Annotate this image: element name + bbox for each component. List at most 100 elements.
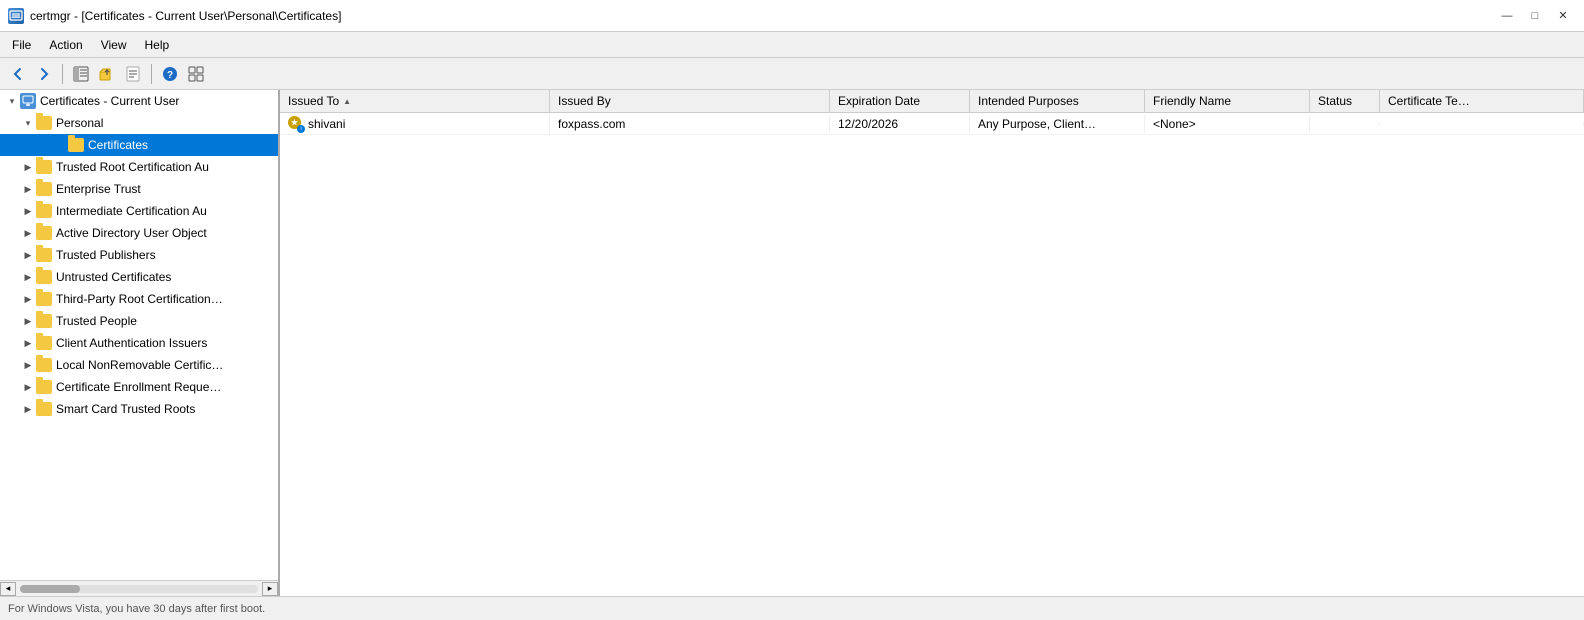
col-friendly-label: Friendly Name [1153,94,1231,108]
col-cert-te-label: Certificate Te… [1388,94,1470,108]
cell-expiration-value: 12/20/2026 [838,117,898,131]
title-bar-left: certmgr - [Certificates - Current User\P… [8,8,341,24]
tree-item-trusted-root[interactable]: ▶ Trusted Root Certification Au [0,156,278,178]
title-bar: certmgr - [Certificates - Current User\P… [0,0,1584,32]
scrollbar-right-button[interactable]: ▸ [262,582,278,596]
tree-item-trusted-people[interactable]: ▶ Trusted People [0,310,278,332]
menu-view[interactable]: View [93,36,135,54]
up-one-level-button[interactable] [95,62,119,86]
toolbar-sep-2 [151,64,152,84]
export-list-button[interactable] [121,62,145,86]
computer-icon [20,93,36,109]
active-directory-expand-icon[interactable]: ▶ [20,225,36,241]
tree-item-untrusted[interactable]: ▶ Untrusted Certificates [0,266,278,288]
col-header-issued-by[interactable]: Issued By [550,90,830,112]
personal-expand-icon[interactable]: ▾ [20,115,36,131]
cert-enrollment-expand-icon[interactable]: ▶ [20,379,36,395]
forward-button[interactable] [32,62,56,86]
trusted-root-folder-icon [36,160,52,174]
col-header-friendly[interactable]: Friendly Name [1145,90,1310,112]
table-row[interactable]: ★ i shivani foxpass.com 12/20/2026 Any P… [280,113,1584,135]
tree-item-client-auth[interactable]: ▶ Client Authentication Issuers [0,332,278,354]
col-status-label: Status [1318,94,1352,108]
local-nonremovable-expand-icon[interactable]: ▶ [20,357,36,373]
tree-item-cert-enrollment-label: Certificate Enrollment Reque… [56,380,221,394]
intermediate-folder-icon [36,204,52,218]
minimize-button[interactable]: — [1494,5,1520,27]
tree-item-enterprise-trust[interactable]: ▶ Enterprise Trust [0,178,278,200]
third-party-folder-icon [36,292,52,306]
cell-friendly: <None> [1145,115,1310,133]
trusted-publishers-expand-icon[interactable]: ▶ [20,247,36,263]
scrollbar-track[interactable] [20,585,258,593]
cert-enrollment-folder-icon [36,380,52,394]
col-expiration-label: Expiration Date [838,94,920,108]
col-header-issued-to[interactable]: Issued To ▲ [280,90,550,112]
client-auth-expand-icon[interactable]: ▶ [20,335,36,351]
col-issued-to-label: Issued To [288,94,339,108]
tree-item-active-directory[interactable]: ▶ Active Directory User Object [0,222,278,244]
tree-item-intermediate[interactable]: ▶ Intermediate Certification Au [0,200,278,222]
tree-scroll-area[interactable]: ▾ Certificates - Current User ▾ Personal… [0,90,278,580]
enterprise-folder-icon [36,182,52,196]
sort-arrow-icon: ▲ [343,97,351,106]
tree-item-personal-label: Personal [56,116,103,130]
tree-item-trusted-publishers[interactable]: ▶ Trusted Publishers [0,244,278,266]
tree-root[interactable]: ▾ Certificates - Current User [0,90,278,112]
tree-item-certificates[interactable]: Certificates [0,134,278,156]
tree-item-third-party[interactable]: ▶ Third-Party Root Certification… [0,288,278,310]
tree-item-local-nonremovable[interactable]: ▶ Local NonRemovable Certific… [0,354,278,376]
window-title: certmgr - [Certificates - Current User\P… [30,9,341,23]
help-button[interactable]: ? [158,62,182,86]
col-header-status[interactable]: Status [1310,90,1380,112]
close-button[interactable]: ✕ [1550,5,1576,27]
tree-item-client-auth-label: Client Authentication Issuers [56,336,207,350]
back-button[interactable] [6,62,30,86]
intermediate-expand-icon[interactable]: ▶ [20,203,36,219]
tree-horizontal-scrollbar[interactable]: ◂ ▸ [0,580,278,596]
tree-item-third-party-label: Third-Party Root Certification… [56,292,223,306]
active-directory-folder-icon [36,226,52,240]
tree-item-cert-enrollment[interactable]: ▶ Certificate Enrollment Reque… [0,376,278,398]
cell-cert-te [1380,122,1584,126]
show-hide-console-button[interactable] [69,62,93,86]
smart-card-folder-icon [36,402,52,416]
root-expand-icon[interactable]: ▾ [4,93,20,109]
tree-item-personal[interactable]: ▾ Personal [0,112,278,134]
scrollbar-thumb[interactable] [20,585,80,593]
cell-issued-by: foxpass.com [550,115,830,133]
untrusted-expand-icon[interactable]: ▶ [20,269,36,285]
third-party-expand-icon[interactable]: ▶ [20,291,36,307]
smart-card-expand-icon[interactable]: ▶ [20,401,36,417]
enterprise-expand-icon[interactable]: ▶ [20,181,36,197]
tree-panel: ▾ Certificates - Current User ▾ Personal… [0,90,280,596]
maximize-button[interactable]: □ [1522,5,1548,27]
col-header-expiration[interactable]: Expiration Date [830,90,970,112]
tree-item-trusted-root-label: Trusted Root Certification Au [56,160,209,174]
col-purposes-label: Intended Purposes [978,94,1079,108]
col-header-cert-te[interactable]: Certificate Te… [1380,90,1584,112]
app-icon [8,8,24,24]
trusted-people-folder-icon [36,314,52,328]
certificates-expand-icon[interactable] [52,137,68,153]
certificates-folder-icon [68,138,84,152]
status-bar: For Windows Vista, you have 30 days afte… [0,596,1584,620]
trusted-people-expand-icon[interactable]: ▶ [20,313,36,329]
tree-item-smart-card[interactable]: ▶ Smart Card Trusted Roots [0,398,278,420]
cell-issued-by-value: foxpass.com [558,117,625,131]
col-issued-by-label: Issued By [558,94,611,108]
menu-help[interactable]: Help [137,36,178,54]
toolbar: ? [0,58,1584,90]
col-header-purposes[interactable]: Intended Purposes [970,90,1145,112]
cell-purposes: Any Purpose, Client… [970,115,1145,133]
menu-file[interactable]: File [4,36,39,54]
personal-folder-icon [36,116,52,130]
view-button[interactable] [184,62,208,86]
scrollbar-left-button[interactable]: ◂ [0,582,16,596]
menu-action[interactable]: Action [41,36,90,54]
tree-item-smart-card-label: Smart Card Trusted Roots [56,402,195,416]
right-panel: Issued To ▲ Issued By Expiration Date In… [280,90,1584,596]
trusted-publishers-folder-icon [36,248,52,262]
trusted-root-expand-icon[interactable]: ▶ [20,159,36,175]
tree-item-local-nonremovable-label: Local NonRemovable Certific… [56,358,223,372]
